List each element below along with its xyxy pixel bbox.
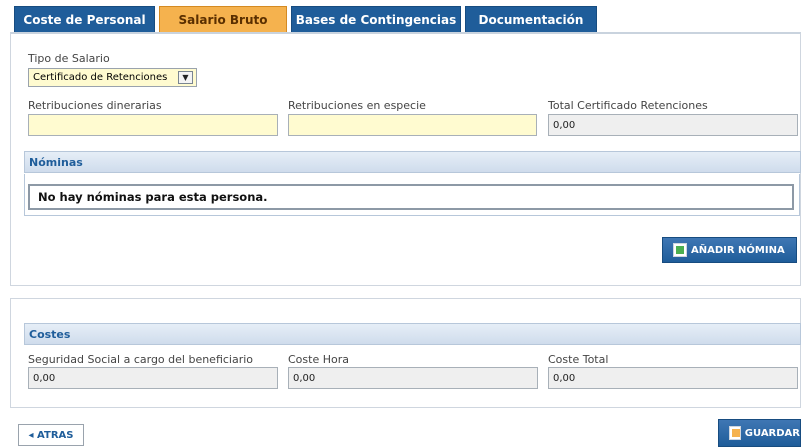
tipo-salario-value: Certificado de Retenciones [33,72,168,83]
seguridad-social-label: Seguridad Social a cargo del beneficiari… [28,353,254,366]
atras-button[interactable]: ◂ ATRAS [18,424,84,446]
costes-header: Costes [24,323,801,345]
tab-bar: Coste de Personal Salario Bruto Bases de… [14,6,801,32]
save-icon [729,426,741,440]
coste-total-label: Coste Total [548,353,609,366]
nominas-empty-message: No hay nóminas para esta persona. [28,184,794,210]
tab-bases-de-contingencias[interactable]: Bases de Contingencias [291,6,461,32]
guardar-label: GUARDAR [744,427,800,439]
retribuciones-dinerarias-input[interactable] [28,114,278,136]
total-certificado-label: Total Certificado Retenciones [548,99,708,112]
coste-hora-label: Coste Hora [288,353,349,366]
total-certificado-value: 0,00 [548,114,798,136]
coste-total-value: 0,00 [548,367,798,389]
retribuciones-dinerarias-label: Retribuciones dinerarias [28,99,162,112]
tipo-salario-label: Tipo de Salario [28,52,110,65]
chevron-down-icon[interactable]: ▼ [178,71,193,84]
tab-salario-bruto[interactable]: Salario Bruto [159,6,287,32]
retribuciones-especie-input[interactable] [288,114,537,136]
add-nomina-button[interactable]: AÑADIR NÓMINA [662,237,797,263]
retribuciones-especie-label: Retribuciones en especie [288,99,426,112]
coste-hora-value: 0,00 [288,367,538,389]
tab-coste-de-personal[interactable]: Coste de Personal [14,6,155,32]
add-nomina-label: AÑADIR NÓMINA [691,244,785,256]
guardar-button[interactable]: GUARDAR [718,419,801,447]
tipo-salario-select[interactable]: Certificado de Retenciones ▼ [28,68,197,87]
add-document-icon [673,243,687,257]
nominas-header: Nóminas [24,151,801,173]
seguridad-social-value: 0,00 [28,367,278,389]
tab-documentacion[interactable]: Documentación [465,6,597,32]
